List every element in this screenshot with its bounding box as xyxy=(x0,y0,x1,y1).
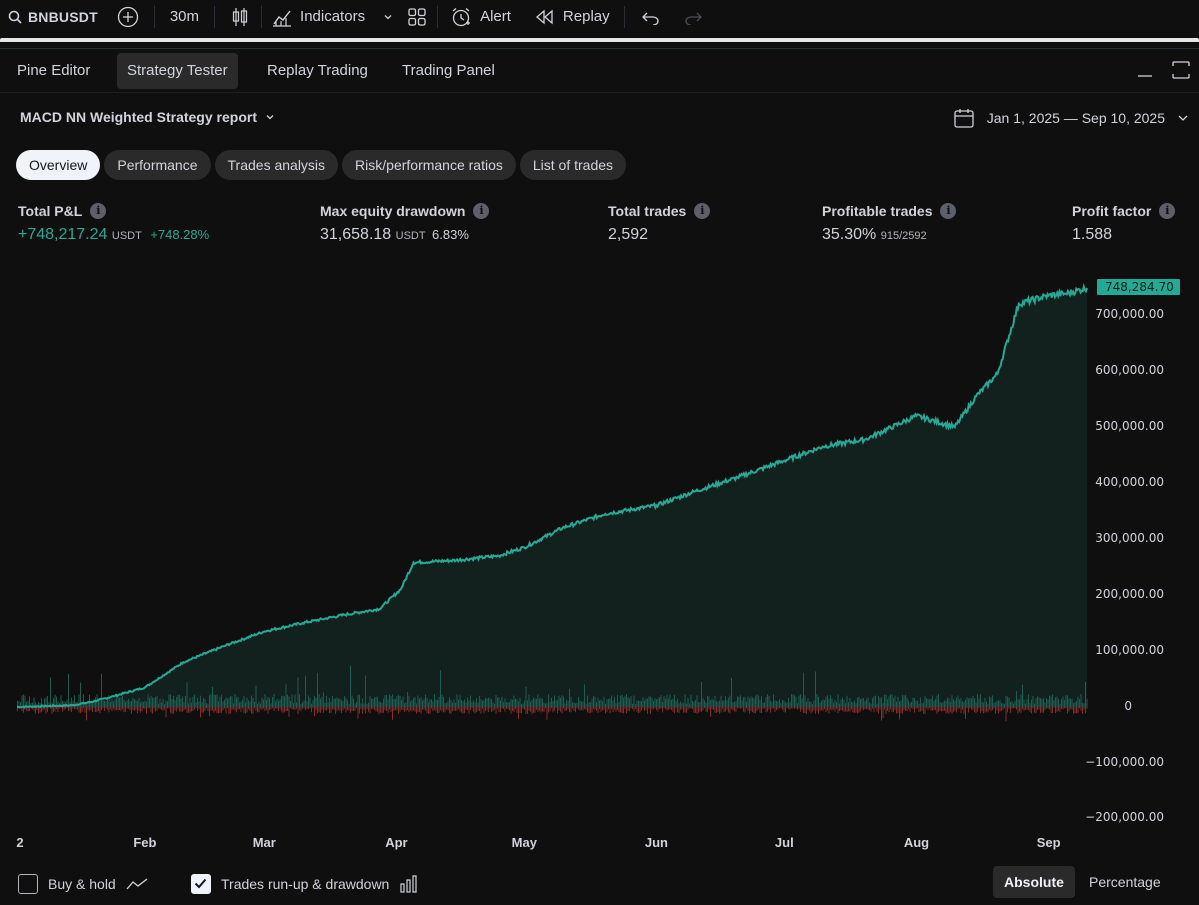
top-toolbar: BNBUSDT 30m Indicators Alert Replay xyxy=(0,0,1199,33)
buy-hold-checkbox[interactable]: Buy & hold xyxy=(18,874,148,894)
date-range-label: Jan 1, 2025 — Sep 10, 2025 xyxy=(986,110,1165,126)
tab-pine-editor[interactable]: Pine Editor xyxy=(7,53,100,89)
metric-label: Total P&L xyxy=(18,203,83,219)
metric-label: Total trades xyxy=(608,203,687,219)
y-tick-label: 300,000.00 xyxy=(1095,531,1164,545)
compare-symbol-button[interactable] xyxy=(117,0,139,33)
indicators-menu-button[interactable] xyxy=(383,0,393,33)
subtab-performance[interactable]: Performance xyxy=(104,150,211,180)
y-tick-label: 100,000.00 xyxy=(1095,643,1164,657)
interval-button[interactable]: 30m xyxy=(170,0,199,33)
replay-button[interactable]: Replay xyxy=(535,0,610,33)
chevron-down-icon xyxy=(1178,115,1188,121)
tab-strategy-tester[interactable]: Strategy Tester xyxy=(117,53,238,89)
x-tick-label: 2 xyxy=(16,835,24,850)
metric-label: Max equity drawdown xyxy=(320,203,466,219)
rewind-icon xyxy=(535,9,553,24)
grid-icon xyxy=(408,7,426,26)
alarm-clock-icon xyxy=(452,7,471,26)
replay-label: Replay xyxy=(562,8,610,25)
checkbox-unchecked[interactable] xyxy=(18,874,38,894)
absolute-toggle[interactable]: Absolute xyxy=(993,866,1075,898)
calendar-icon xyxy=(954,109,974,128)
maximize-panel-button[interactable] xyxy=(1170,59,1192,81)
equity-chart[interactable]: 748,284.70 700,000.00 600,000.00 500,000.0… xyxy=(0,234,1199,824)
divider xyxy=(261,5,263,28)
search-icon xyxy=(8,10,22,24)
x-tick-label: Aug xyxy=(903,835,930,850)
chevron-down-icon xyxy=(266,115,274,120)
alert-button[interactable]: Alert xyxy=(450,0,511,33)
chevron-down-icon xyxy=(384,14,392,19)
checkbox-checked[interactable] xyxy=(191,874,211,894)
layouts-button[interactable] xyxy=(407,0,427,33)
y-tick-label: 200,000.00 xyxy=(1095,587,1164,601)
subtab-risk-ratios[interactable]: Risk/performance ratios xyxy=(342,150,516,180)
bar-chart-icon xyxy=(400,875,417,893)
y-tick-label: 400,000.00 xyxy=(1095,475,1164,489)
symbol-search-button[interactable]: BNBUSDT xyxy=(0,0,98,33)
x-tick-label: Feb xyxy=(133,835,157,850)
y-axis: 700,000.00 600,000.00 500,000.00 400,000.00… xyxy=(0,234,1199,824)
x-tick-label: May xyxy=(511,835,537,850)
undo-button[interactable] xyxy=(641,0,661,33)
panel-tab-bar: Pine Editor Strategy Tester Replay Tradi… xyxy=(0,49,1199,93)
indicators-icon xyxy=(273,10,292,27)
checkmark-icon xyxy=(194,878,207,889)
date-range-selector[interactable]: Jan 1, 2025 — Sep 10, 2025 xyxy=(953,107,1189,129)
percentage-toggle[interactable]: Percentage xyxy=(1078,866,1172,898)
undo-icon xyxy=(641,12,659,25)
maximize-icon xyxy=(1172,61,1190,79)
buy-hold-label: Buy & hold xyxy=(48,876,116,892)
divider xyxy=(153,5,155,28)
info-icon[interactable]: i xyxy=(90,203,107,219)
subtab-overview[interactable]: Overview xyxy=(16,150,101,180)
line-chart-icon xyxy=(126,878,148,890)
indicators-button[interactable]: Indicators xyxy=(272,0,365,33)
report-subtabs: Overview Performance Trades analysis Ris… xyxy=(16,150,627,180)
minimize-panel-button[interactable] xyxy=(1134,59,1156,81)
info-icon[interactable]: i xyxy=(1159,203,1176,219)
info-icon[interactable]: i xyxy=(940,203,957,219)
chart-type-button[interactable] xyxy=(231,0,249,33)
x-tick-label: Jul xyxy=(774,835,794,850)
subtab-list-of-trades[interactable]: List of trades xyxy=(519,150,627,180)
info-icon[interactable]: i xyxy=(694,203,711,219)
divider xyxy=(214,5,216,28)
pane-resize-handle[interactable] xyxy=(0,38,1199,42)
divider xyxy=(437,5,439,28)
y-tick-label: −200,000.00 xyxy=(1085,810,1164,824)
plus-circle-icon xyxy=(117,6,138,27)
report-title-dropdown[interactable]: MACD NN Weighted Strategy report xyxy=(20,109,275,125)
alert-label: Alert xyxy=(480,8,511,25)
info-icon[interactable]: i xyxy=(473,203,490,219)
y-tick-label: −100,000.00 xyxy=(1085,755,1164,769)
x-tick-label: Sep xyxy=(1036,835,1061,850)
candles-icon xyxy=(232,7,248,26)
subtab-trades-analysis[interactable]: Trades analysis xyxy=(214,150,339,180)
runup-drawdown-label: Trades run-up & drawdown xyxy=(221,876,390,892)
y-tick-label: 600,000.00 xyxy=(1095,363,1164,377)
tab-replay-trading[interactable]: Replay Trading xyxy=(257,53,378,89)
metric-label: Profit factor xyxy=(1072,203,1152,219)
redo-button[interactable] xyxy=(683,0,703,33)
metric-label: Profitable trades xyxy=(822,203,933,219)
y-tick-label: 0 xyxy=(1124,699,1132,713)
y-tick-label: 700,000.00 xyxy=(1095,307,1164,321)
chart-options-bar: Buy & hold Trades run-up & drawdown Abso… xyxy=(0,866,1199,902)
minimize-icon xyxy=(1138,75,1152,77)
symbol-label: BNBUSDT xyxy=(28,8,98,25)
indicators-label: Indicators xyxy=(300,8,366,25)
report-title: MACD NN Weighted Strategy report xyxy=(20,109,257,125)
x-tick-label: Apr xyxy=(385,835,408,850)
redo-icon xyxy=(685,12,702,25)
x-tick-label: Jun xyxy=(644,835,668,850)
x-tick-label: Mar xyxy=(252,835,276,850)
runup-drawdown-checkbox[interactable]: Trades run-up & drawdown xyxy=(191,874,419,894)
tab-trading-panel[interactable]: Trading Panel xyxy=(392,53,505,89)
y-tick-label: 500,000.00 xyxy=(1095,419,1164,433)
divider xyxy=(623,5,625,28)
